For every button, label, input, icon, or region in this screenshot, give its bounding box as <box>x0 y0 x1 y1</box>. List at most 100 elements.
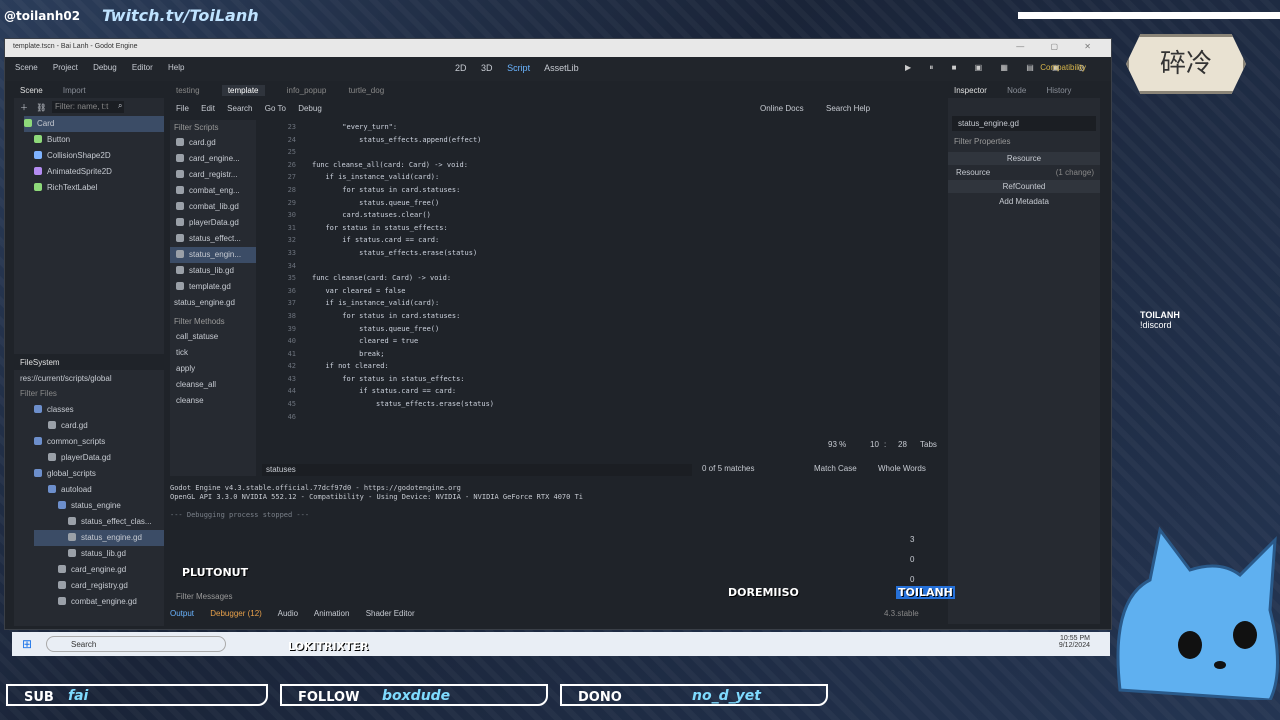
taskbar-search[interactable]: Search <box>46 636 226 652</box>
script-menu-debug[interactable]: Debug <box>298 104 322 113</box>
code-line[interactable]: 37 if is_instance_valid(card): <box>258 297 938 310</box>
fs-path[interactable]: res://current/scripts/global <box>14 370 164 386</box>
script-list-item[interactable]: card_registr... <box>170 167 256 183</box>
code-line[interactable]: 41 break; <box>258 348 938 361</box>
code-editor[interactable]: 23 "every_turn": 24 status_effects.append… <box>258 121 938 431</box>
script-list-item[interactable]: status_lib.gd <box>170 263 256 279</box>
fs-file[interactable]: card.gd <box>34 418 164 434</box>
find-input[interactable]: statuses <box>262 464 692 476</box>
tab-scene[interactable]: Scene <box>20 86 43 95</box>
fs-file[interactable]: status_effect_clas... <box>34 514 164 530</box>
script-list-item[interactable]: playerData.gd <box>170 215 256 231</box>
fs-folder[interactable]: autoload <box>34 482 164 498</box>
code-line[interactable]: 38 for status in card.statuses: <box>258 310 938 323</box>
tab-audio[interactable]: Audio <box>278 609 298 618</box>
fs-folder[interactable]: status_engine <box>34 498 164 514</box>
menu-help[interactable]: Help <box>168 63 184 72</box>
code-line[interactable]: 32 if status.card == card: <box>258 234 938 247</box>
inspected-file[interactable]: status_engine.gd <box>952 116 1096 131</box>
tree-node-card[interactable]: Card <box>24 116 164 132</box>
code-line[interactable]: 39 status.queue_free() <box>258 323 938 336</box>
fs-folder[interactable]: global_scripts <box>34 466 164 482</box>
filter-scripts-input[interactable]: Filter Scripts <box>170 120 256 135</box>
script-menu-search[interactable]: Search <box>227 104 252 113</box>
add-metadata-button[interactable]: Add Metadata <box>948 193 1100 210</box>
code-line[interactable]: 46 <box>258 411 938 424</box>
whole-words-checkbox[interactable]: Whole Words <box>878 464 926 473</box>
filter-messages-input[interactable]: Filter Messages <box>176 592 232 601</box>
tab-inspector[interactable]: Inspector <box>954 86 987 95</box>
code-line[interactable]: 35 func cleanse(card: Card) -> void: <box>258 272 938 285</box>
code-line[interactable]: 30 card.statuses.clear() <box>258 209 938 222</box>
tab-template[interactable]: template <box>221 85 265 96</box>
error-count[interactable]: 0 <box>910 550 914 570</box>
tab-import[interactable]: Import <box>63 86 86 95</box>
tab-testing[interactable]: testing <box>176 86 200 95</box>
filter-methods-input[interactable]: Filter Methods <box>170 314 256 329</box>
renderer-select[interactable]: Compatibility <box>1040 63 1086 72</box>
button-script[interactable]: Script <box>507 63 530 73</box>
code-line[interactable]: 26 func cleanse_all(card: Card) -> void: <box>258 159 938 172</box>
script-list-item[interactable]: status_effect... <box>170 231 256 247</box>
link-icon[interactable]: ⛓ <box>36 103 46 112</box>
scene-filter-input[interactable]: Filter: name, t:t <box>52 101 124 113</box>
code-line[interactable]: 40 cleared = true <box>258 335 938 348</box>
tree-node-collision[interactable]: CollisionShape2D <box>24 148 164 164</box>
message-count[interactable]: 3 <box>910 530 914 550</box>
fs-folder[interactable]: common_scripts <box>34 434 164 450</box>
indent-mode[interactable]: Tabs <box>920 440 937 449</box>
method-list-item[interactable]: apply <box>170 361 256 377</box>
tab-turtle-dog[interactable]: turtle_dog <box>349 86 385 95</box>
script-list-item[interactable]: card_engine... <box>170 151 256 167</box>
code-line[interactable]: 33 status_effects.erase(status) <box>258 247 938 260</box>
script-list-item[interactable]: card.gd <box>170 135 256 151</box>
script-menu-goto[interactable]: Go To <box>265 104 286 113</box>
tab-history[interactable]: History <box>1047 86 1072 95</box>
windows-start-icon[interactable]: ⊞ <box>22 637 32 651</box>
add-node-icon[interactable]: ＋ <box>20 103 28 112</box>
button-assetlib[interactable]: AssetLib <box>544 63 579 73</box>
code-line[interactable]: 23 "every_turn": <box>258 121 938 134</box>
method-list-item[interactable]: tick <box>170 345 256 361</box>
tab-node[interactable]: Node <box>1007 86 1026 95</box>
tree-node-richtext[interactable]: RichTextLabel <box>24 180 164 196</box>
script-menu-edit[interactable]: Edit <box>201 104 215 113</box>
code-line[interactable]: 42 if not cleared: <box>258 360 938 373</box>
fs-file[interactable]: status_engine.gd <box>34 530 164 546</box>
fs-filter-input[interactable]: Filter Files <box>14 386 164 402</box>
menu-project[interactable]: Project <box>53 63 78 72</box>
tree-node-button[interactable]: Button <box>24 132 164 148</box>
fs-file[interactable]: card_engine.gd <box>34 562 164 578</box>
button-2d[interactable]: 2D <box>455 63 467 73</box>
tab-filesystem[interactable]: FileSystem <box>20 358 60 367</box>
fs-file[interactable]: card_registry.gd <box>34 578 164 594</box>
code-line[interactable]: 44 if status.card == card: <box>258 385 938 398</box>
tree-node-sprite[interactable]: AnimatedSprite2D <box>24 164 164 180</box>
fs-file[interactable]: combat_engine.gd <box>34 594 164 610</box>
tab-shader-editor[interactable]: Shader Editor <box>366 609 415 618</box>
menu-debug[interactable]: Debug <box>93 63 117 72</box>
code-line[interactable]: 28 for status in card.statuses: <box>258 184 938 197</box>
script-list-item[interactable]: combat_eng... <box>170 183 256 199</box>
code-line[interactable]: 31 for status in status_effects: <box>258 222 938 235</box>
resource-row[interactable]: Resource (1 change) <box>948 165 1100 180</box>
script-list-item[interactable]: combat_lib.gd <box>170 199 256 215</box>
code-line[interactable]: 43 for status in status_effects: <box>258 373 938 386</box>
search-help-button[interactable]: Search Help <box>826 104 870 113</box>
tab-debugger[interactable]: Debugger (12) <box>210 609 262 618</box>
script-list-item[interactable]: template.gd <box>170 279 256 295</box>
button-3d[interactable]: 3D <box>481 63 493 73</box>
code-line[interactable]: 24 status_effects.append(effect) <box>258 134 938 147</box>
tab-output[interactable]: Output <box>170 609 194 618</box>
code-line[interactable]: 25 <box>258 146 938 159</box>
menu-scene[interactable]: Scene <box>15 63 38 72</box>
filter-properties-input[interactable]: Filter Properties <box>948 131 1100 152</box>
method-list-item[interactable]: call_statuse <box>170 329 256 345</box>
script-menu-file[interactable]: File <box>176 104 189 113</box>
menu-editor[interactable]: Editor <box>132 63 153 72</box>
code-line[interactable]: 29 status.queue_free() <box>258 197 938 210</box>
code-line[interactable]: 34 <box>258 260 938 273</box>
code-line[interactable]: 36 var cleared = false <box>258 285 938 298</box>
match-case-checkbox[interactable]: Match Case <box>814 464 857 473</box>
method-list-item[interactable]: cleanse <box>170 393 256 409</box>
